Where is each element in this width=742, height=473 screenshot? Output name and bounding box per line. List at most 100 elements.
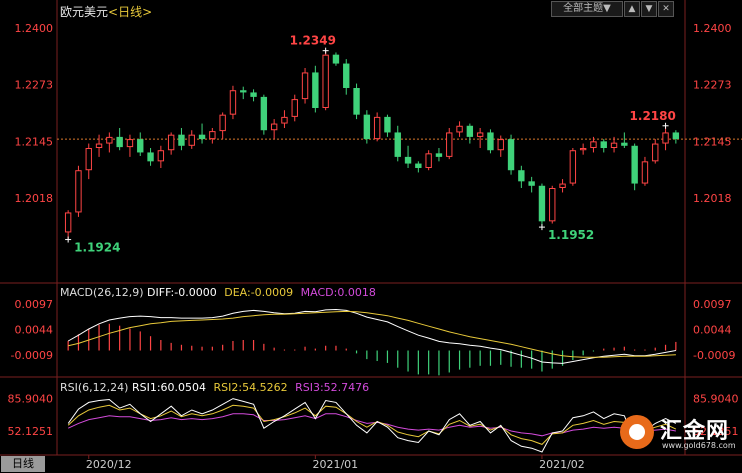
rsi-legend: RSI(6,12,24) RSI1:60.0504 RSI2:54.5262 R… xyxy=(60,381,369,394)
price-y-tick-right: 1.2145 xyxy=(693,135,732,148)
scroll-up-button[interactable]: ▲ xyxy=(624,1,640,17)
macd-title: MACD(26,12,9) xyxy=(60,286,144,299)
candle-body-up xyxy=(662,132,669,144)
candle-body-down xyxy=(528,181,535,186)
annotation-label: 1.1924 xyxy=(74,241,120,255)
price-y-tick-left: 1.2273 xyxy=(15,78,54,91)
rsi2-line xyxy=(67,404,677,445)
price-y-tick-right: 1.2400 xyxy=(693,22,732,35)
candle-body-up xyxy=(157,150,165,162)
candle-body-up xyxy=(497,139,504,151)
rsi-title: RSI(6,12,24) xyxy=(60,381,129,394)
close-icon: ✕ xyxy=(662,4,670,14)
candle-body-up xyxy=(281,116,288,124)
candle-body-up xyxy=(373,116,381,140)
candle-body-up xyxy=(569,150,577,184)
candle-body-down xyxy=(507,139,515,171)
rsi-y-tick-left: 52.1251 xyxy=(8,425,54,438)
macd-diff-line xyxy=(67,308,676,364)
candle-body-up xyxy=(652,143,659,162)
candle-body-up xyxy=(229,90,237,115)
candle-body-down xyxy=(178,134,185,146)
scroll-down-button[interactable]: ▼ xyxy=(641,1,657,17)
annotation-label: 1.2180 xyxy=(630,109,676,123)
rsi2-label: RSI2:54.5262 xyxy=(213,381,288,394)
macd-y-tick-right: 0.0044 xyxy=(693,324,732,337)
candle-body-up xyxy=(85,148,92,171)
candle-body-up xyxy=(301,72,309,100)
theme-dropdown-button[interactable]: 全部主题▼ xyxy=(551,1,623,17)
candle-body-up xyxy=(167,134,175,151)
candle-body-up xyxy=(75,170,82,213)
rsi1-line xyxy=(67,398,677,453)
arrow-up-icon: ▲ xyxy=(628,4,636,14)
price-y-tick-right: 1.2018 xyxy=(693,192,732,205)
candle-body-up xyxy=(188,134,195,146)
candle-body-up xyxy=(126,139,134,148)
macd-y-tick-left: -0.0009 xyxy=(11,349,53,362)
macd-y-tick-right: -0.0009 xyxy=(693,349,735,362)
candle-body-down xyxy=(415,163,422,168)
candle-body-down xyxy=(631,145,638,184)
candle-body-down xyxy=(363,114,371,140)
candle-body-down xyxy=(466,125,474,137)
x-tick-label: 2020/12 xyxy=(86,458,132,471)
period-label: <日线> xyxy=(108,5,153,19)
macd-y-tick-right: 0.0097 xyxy=(693,298,732,311)
candle-body-down xyxy=(312,72,319,108)
price-y-tick-left: 1.2018 xyxy=(15,192,54,205)
annotation-label: 1.1952 xyxy=(548,228,594,242)
candle-body-down xyxy=(404,156,412,164)
candle-body-up xyxy=(610,142,618,149)
candle-body-down xyxy=(487,132,494,151)
candle-body-up xyxy=(590,141,597,148)
candle-body-down xyxy=(672,132,680,140)
candle-body-down xyxy=(353,88,360,115)
candle-body-up xyxy=(446,132,453,157)
rsi-y-tick-left: 85.9040 xyxy=(8,393,54,406)
macd-macd-label: MACD:0.0018 xyxy=(300,286,376,299)
candle-body-down xyxy=(435,153,443,157)
candle-body-down xyxy=(600,141,607,148)
price-y-tick-right: 1.2273 xyxy=(693,78,732,91)
macd-dea-label: DEA:-0.0009 xyxy=(224,286,294,299)
close-panel-button[interactable]: ✕ xyxy=(658,1,674,17)
period-badge[interactable]: 日线 xyxy=(1,456,45,472)
candle-body-down xyxy=(147,152,154,162)
candle-body-up xyxy=(106,136,113,144)
candle-body-down xyxy=(343,63,350,88)
candle-body-up xyxy=(209,131,216,140)
watermark: 汇金网 www.gold678.com xyxy=(620,413,738,451)
price-y-tick-left: 1.2400 xyxy=(15,22,54,35)
candle-body-down xyxy=(518,170,525,182)
candle-body-down xyxy=(384,116,391,133)
candle-body-up xyxy=(425,153,432,168)
candle-body-up xyxy=(270,123,278,131)
candle-body-up xyxy=(456,125,463,133)
candle-body-down xyxy=(250,92,257,97)
candle-body-up xyxy=(322,54,329,108)
candle-body-up xyxy=(559,183,566,189)
arrow-down-icon: ▼ xyxy=(645,4,653,14)
candle-body-up xyxy=(641,161,649,184)
candle-body-down xyxy=(116,136,123,148)
candle-body-down xyxy=(260,96,268,131)
candle-body-up xyxy=(219,114,226,132)
candle-body-up xyxy=(291,99,298,117)
price-y-tick-left: 1.2145 xyxy=(15,135,54,148)
macd-y-tick-left: 0.0097 xyxy=(15,298,54,311)
rsi1-label: RSI1:60.0504 xyxy=(131,381,207,394)
candle-body-up xyxy=(476,132,484,137)
annotation-label: 1.2349 xyxy=(290,34,336,48)
watermark-url: www.gold678.com xyxy=(662,441,736,450)
chart-canvas[interactable]: 1.2400 1.2400 1.2273 1.2273 1.2145 1.2145 1.20… xyxy=(0,0,742,473)
gold-logo-icon xyxy=(620,415,654,449)
candle-body-up xyxy=(579,148,587,151)
macd-y-tick-left: 0.0044 xyxy=(15,324,54,337)
x-tick-label: 2021/01 xyxy=(312,458,358,471)
chevron-down-icon: ▼ xyxy=(603,3,611,14)
theme-label: 全部主题 xyxy=(563,3,604,14)
candle-body-down xyxy=(538,185,546,222)
candle-body-down xyxy=(137,139,144,153)
candle-body-up xyxy=(64,212,72,233)
